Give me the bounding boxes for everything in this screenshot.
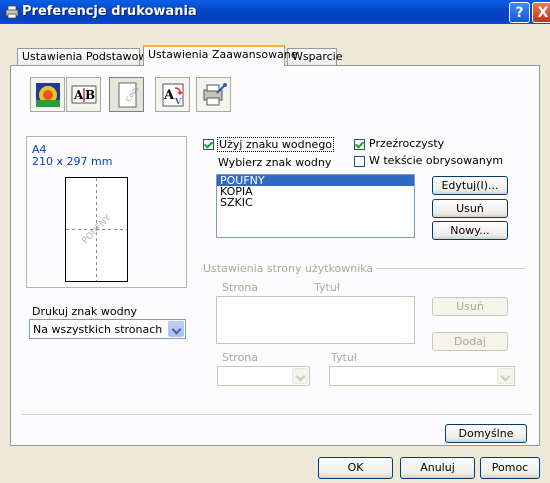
scaling-icon: A B	[71, 85, 97, 104]
tab-advanced[interactable]: Ustawienia Zaawansowane	[143, 45, 298, 66]
window-title: Preferencje drukowania	[22, 4, 197, 19]
new-watermark-button[interactable]: Nowy...	[432, 221, 508, 240]
delete-user-page-button[interactable]: Usuń	[432, 297, 508, 316]
watermark-button[interactable]: Copy	[109, 77, 144, 112]
paper-dimensions-label: 210 x 297 mm	[32, 155, 113, 168]
print-watermark-select[interactable]: Na wszystkich stronach	[29, 319, 186, 339]
select-watermark-label: Wybierz znak wodny	[218, 156, 332, 169]
svg-text:A: A	[73, 88, 84, 102]
svg-text:A: A	[163, 88, 175, 103]
color-button[interactable]	[30, 77, 65, 112]
edit-watermark-button[interactable]: Edytuj(I)...	[432, 176, 508, 195]
page-setup-icon: A V	[162, 83, 184, 107]
scaling-button[interactable]: A B	[66, 77, 101, 112]
delete-watermark-button[interactable]: Usuń	[432, 199, 508, 218]
close-button[interactable]: X	[532, 2, 550, 23]
page-label: Strona	[222, 351, 259, 364]
chevron-down-icon[interactable]	[168, 321, 184, 337]
list-item[interactable]: SZKIC	[217, 197, 414, 208]
page-preview-graphic: POUFNY	[66, 178, 127, 281]
title-column-header: Tytuł	[314, 281, 340, 294]
cancel-button[interactable]: Anuluj	[400, 457, 475, 479]
use-watermark-checkbox[interactable]	[203, 139, 214, 150]
outline-text-label[interactable]: W tekście obrysowanym	[369, 154, 503, 167]
ok-button[interactable]: OK	[318, 457, 393, 479]
outline-text-checkbox[interactable]	[354, 156, 365, 167]
page-preview: POUFNY	[65, 177, 128, 282]
watermark-icon: Copy	[118, 82, 140, 108]
svg-text:B: B	[85, 88, 95, 102]
device-options-button[interactable]	[196, 77, 231, 112]
transparent-label[interactable]: Przeźroczysty	[369, 137, 444, 150]
help-button[interactable]: Pomoc	[480, 457, 540, 479]
default-button[interactable]: Domyślne	[445, 424, 527, 443]
tab-basic[interactable]: Ustawienia Podstawowe	[17, 48, 154, 66]
printer-icon	[5, 5, 19, 19]
print-watermark-value: Na wszystkich stronach	[33, 323, 163, 336]
color-icon	[36, 83, 60, 107]
help-title-button[interactable]: ?	[509, 2, 530, 23]
chevron-down-icon[interactable]	[497, 368, 513, 384]
transparent-checkbox[interactable]	[354, 139, 365, 150]
svg-text:V: V	[174, 96, 182, 106]
page-column-header: Strona	[222, 281, 259, 294]
watermark-list[interactable]: POUFNY KOPIA SZKIC	[216, 174, 415, 238]
page-select[interactable]	[217, 366, 310, 386]
user-page-settings-heading: Ustawienia strony użytkownika	[203, 262, 377, 275]
title-bar: Preferencje drukowania ? X	[0, 0, 550, 24]
bottom-divider	[22, 414, 532, 415]
print-watermark-label: Drukuj znak wodny	[32, 305, 138, 318]
title-select[interactable]	[329, 366, 515, 386]
page-setup-button[interactable]: A V	[155, 77, 190, 112]
user-page-list[interactable]	[216, 296, 415, 344]
add-user-page-button[interactable]: Dodaj	[432, 332, 508, 351]
device-options-icon	[203, 83, 227, 106]
title-label: Tytuł	[331, 351, 357, 364]
chevron-down-icon[interactable]	[292, 368, 308, 384]
print-preferences-window: Preferencje drukowania ? X Ustawienia Po…	[0, 0, 550, 483]
use-watermark-label[interactable]: Użyj znaku wodnego	[217, 137, 335, 152]
